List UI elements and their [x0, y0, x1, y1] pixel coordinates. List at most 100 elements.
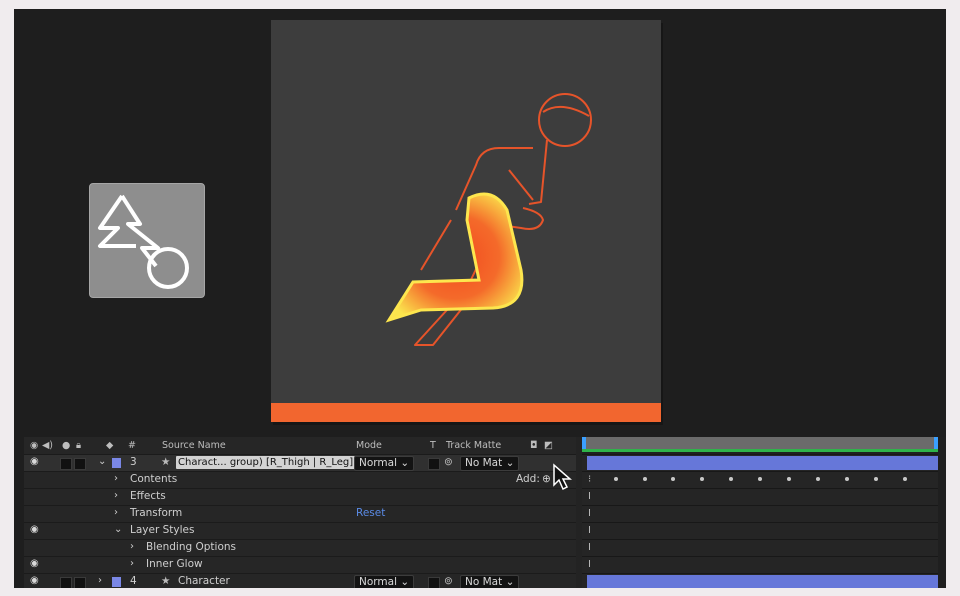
matte-link-icon[interactable]: ⊚ — [444, 456, 453, 468]
timeline-header: ◉ ◀) ● 🔒︎ ◆ # Source Name Mode T Track M… — [24, 437, 576, 454]
mode-value: Normal — [359, 457, 397, 469]
prop-contents[interactable]: › Contents Add: ⊕ — [24, 471, 576, 488]
work-area-end-handle[interactable] — [934, 437, 938, 449]
matte-value: No Mat — [465, 576, 503, 588]
matte-link-icon[interactable]: ⊚ — [444, 575, 453, 587]
keyframe-marker-icon[interactable]: I — [588, 559, 591, 570]
track-layer-3[interactable] — [582, 454, 938, 471]
preserve-transparency-box[interactable] — [428, 577, 440, 588]
keyframe-dot[interactable] — [816, 477, 820, 481]
matte-icon[interactable]: ◘ — [530, 440, 538, 451]
chevron-down-icon[interactable]: ⌄ — [114, 524, 122, 535]
eye-icon[interactable]: ◉ — [30, 524, 39, 535]
track-effects: I — [582, 488, 938, 505]
track-blending-options: I — [582, 539, 938, 556]
layer-label-color[interactable] — [112, 458, 121, 468]
timeline-track-area[interactable]: ⁝ I I I I I — [582, 437, 946, 588]
cursor-icon — [552, 463, 574, 495]
composition-viewer[interactable] — [271, 20, 661, 422]
tag-icon[interactable]: ◆ — [106, 440, 113, 451]
track-layer-4[interactable] — [582, 573, 938, 588]
work-area-bar[interactable] — [582, 437, 938, 449]
solo-icon[interactable]: ● — [62, 440, 70, 451]
keyframe-dot[interactable] — [671, 477, 675, 481]
cursor-glyph — [553, 463, 572, 491]
keyframe-marker-icon[interactable]: I — [588, 491, 591, 502]
star-icon: ★ — [161, 456, 171, 468]
chevron-right-icon[interactable]: › — [98, 575, 102, 586]
chevron-right-icon[interactable]: › — [114, 507, 118, 518]
transform-label: Transform — [130, 507, 183, 519]
blending-options-label: Blending Options — [146, 541, 236, 553]
mode-dropdown[interactable]: Normal ⌄ — [354, 575, 415, 588]
keyframe-marker-icon[interactable]: I — [588, 525, 591, 536]
keyframe-dot[interactable] — [903, 477, 907, 481]
chevron-down-icon[interactable]: ⌄ — [98, 456, 106, 467]
contents-label: Contents — [130, 473, 178, 485]
col-num-header: # — [128, 440, 136, 451]
add-icon[interactable]: ⊕ — [542, 473, 551, 485]
chevron-right-icon[interactable]: › — [130, 558, 134, 569]
layer-label-color[interactable] — [112, 577, 121, 587]
prop-layer-styles[interactable]: ◉ ⌄ Layer Styles — [24, 522, 576, 539]
comp-footer-bar — [271, 403, 661, 422]
layer-row-4[interactable]: ◉ › 4 ★ Character Normal ⌄ ⊚ No Mat ⌄ — [24, 573, 576, 588]
keyframe-dot[interactable] — [643, 477, 647, 481]
keyframe-marker-icon[interactable]: I — [588, 542, 591, 553]
keyframe-dot[interactable] — [787, 477, 791, 481]
chevron-right-icon[interactable]: › — [130, 541, 134, 552]
eye-icon[interactable]: ◉ — [30, 456, 39, 467]
eye-icon[interactable]: ◉ — [30, 440, 38, 451]
mode-dropdown[interactable]: Normal ⌄ — [354, 456, 415, 471]
track-matte-dropdown[interactable]: No Mat ⌄ — [460, 456, 520, 471]
timeline-panel: ◉ ◀) ● 🔒︎ ◆ # Source Name Mode T Track M… — [24, 437, 946, 588]
layer-row-3[interactable]: ◉ ⌄ 3 ★ Charact... group) [R_Thigh | R_L… — [24, 454, 576, 471]
track-inner-glow: I — [582, 556, 938, 573]
reset-link[interactable]: Reset — [356, 507, 385, 519]
lock-box[interactable] — [74, 458, 86, 470]
prop-inner-glow[interactable]: ◉ › Inner Glow — [24, 556, 576, 573]
star-icon: ★ — [161, 575, 171, 587]
keyframe-dot[interactable] — [614, 477, 618, 481]
keyframe-dot[interactable] — [845, 477, 849, 481]
eye-icon[interactable]: ◉ — [30, 558, 39, 569]
chevron-right-icon[interactable]: › — [114, 490, 118, 501]
track-matte-header[interactable]: Track Matte — [446, 440, 501, 451]
layer-styles-label: Layer Styles — [130, 524, 195, 536]
mode-value: Normal — [359, 576, 397, 588]
prop-transform[interactable]: › Transform Reset — [24, 505, 576, 522]
keyframe-dot[interactable] — [758, 477, 762, 481]
track-contents: ⁝ — [582, 471, 938, 488]
matte-invert-icon[interactable]: ◩ — [544, 440, 553, 451]
track-matte-dropdown[interactable]: No Mat ⌄ — [460, 575, 520, 588]
add-label: Add: — [516, 473, 540, 485]
keyframe-marker-icon[interactable]: I — [588, 508, 591, 519]
lock-box[interactable] — [74, 577, 86, 588]
keyframe-dot[interactable] — [729, 477, 733, 481]
work-area-start-handle[interactable] — [582, 437, 586, 449]
solo-box[interactable] — [60, 577, 72, 588]
audio-icon[interactable]: ◀) — [42, 440, 53, 451]
t-header: T — [430, 440, 436, 451]
effects-label: Effects — [130, 490, 166, 502]
layer-name[interactable]: Charact... group) [R_Thigh | R_Leg] — [176, 456, 356, 469]
mode-header[interactable]: Mode — [356, 440, 382, 451]
keyframe-dot[interactable] — [874, 477, 878, 481]
prop-blending-options[interactable]: › Blending Options — [24, 539, 576, 556]
app-window: ◉ ◀) ● 🔒︎ ◆ # Source Name Mode T Track M… — [14, 9, 946, 588]
layer-number: 3 — [130, 456, 137, 468]
preserve-transparency-box[interactable] — [428, 458, 440, 470]
chevron-right-icon[interactable]: › — [114, 473, 118, 484]
layer-bar[interactable] — [587, 575, 938, 588]
eye-icon[interactable]: ◉ — [30, 575, 39, 586]
layer-name[interactable]: Character — [178, 575, 230, 587]
layer-bar[interactable] — [587, 456, 938, 470]
keyframe-dot[interactable] — [700, 477, 704, 481]
keyframe-marker-icon[interactable]: ⁝ — [588, 474, 591, 485]
prop-effects[interactable]: › Effects — [24, 488, 576, 505]
source-name-header[interactable]: Source Name — [162, 440, 226, 451]
shape-tool-icon[interactable] — [89, 183, 205, 298]
track-layer-styles: I — [582, 522, 938, 539]
lock-icon[interactable]: 🔒︎ — [76, 440, 81, 451]
solo-box[interactable] — [60, 458, 72, 470]
